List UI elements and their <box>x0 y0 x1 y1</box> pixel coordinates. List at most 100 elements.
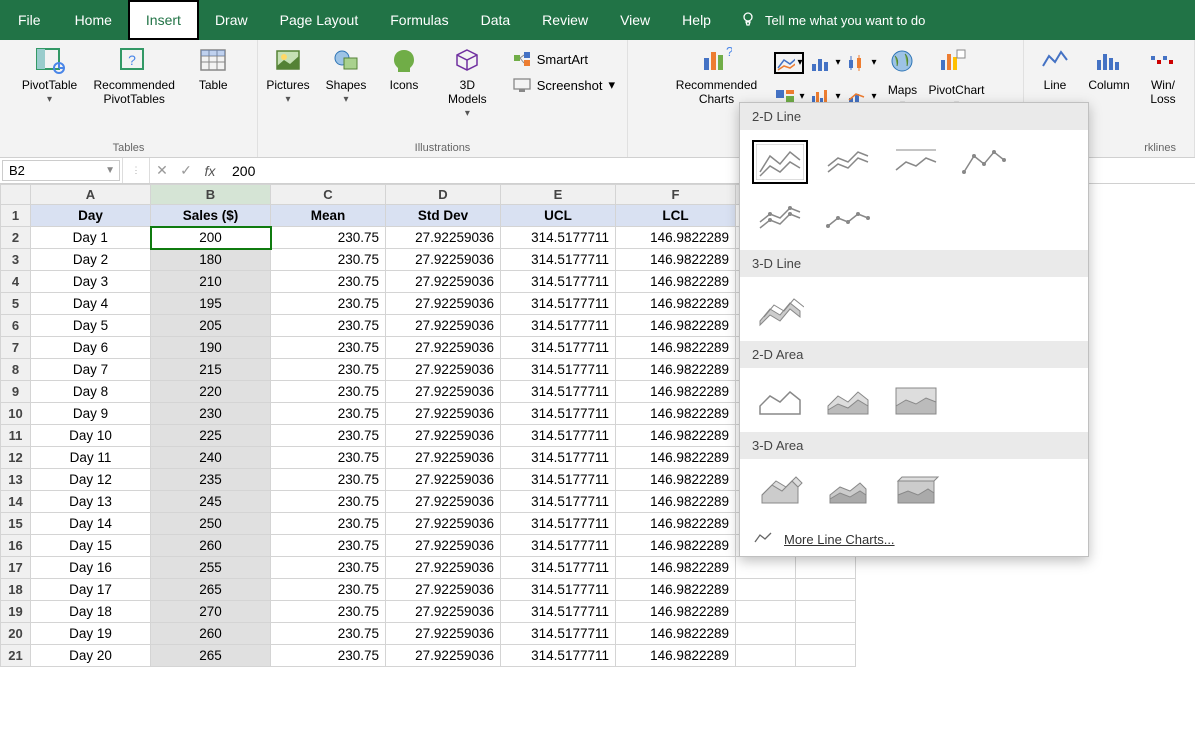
tab-page-layout[interactable]: Page Layout <box>264 0 375 40</box>
cell-K20[interactable] <box>736 623 796 645</box>
cell-E10[interactable]: 314.5177711 <box>501 403 616 425</box>
row-header-9[interactable]: 9 <box>1 381 31 403</box>
cell-D13[interactable]: 27.92259036 <box>386 469 501 491</box>
cell-E8[interactable]: 314.5177711 <box>501 359 616 381</box>
cell-C20[interactable]: 230.75 <box>271 623 386 645</box>
cell-C12[interactable]: 230.75 <box>271 447 386 469</box>
row-header-2[interactable]: 2 <box>1 227 31 249</box>
row-header-7[interactable]: 7 <box>1 337 31 359</box>
col-header-B[interactable]: B <box>151 185 271 205</box>
tab-file[interactable]: File <box>0 0 59 40</box>
cell-F17[interactable]: 146.9822289 <box>616 557 736 579</box>
cell-E3[interactable]: 314.5177711 <box>501 249 616 271</box>
cell-F2[interactable]: 146.9822289 <box>616 227 736 249</box>
cell-A4[interactable]: Day 3 <box>31 271 151 293</box>
col-header-F[interactable]: F <box>616 185 736 205</box>
chart-3d-line[interactable] <box>752 287 808 331</box>
cell-F4[interactable]: 146.9822289 <box>616 271 736 293</box>
row-header-3[interactable]: 3 <box>1 249 31 271</box>
col-header-C[interactable]: C <box>271 185 386 205</box>
btn-insert-line-chart[interactable]: ▾ <box>774 52 804 74</box>
cell-C3[interactable]: 230.75 <box>271 249 386 271</box>
cell-B21[interactable]: 265 <box>151 645 271 667</box>
row-header-21[interactable]: 21 <box>1 645 31 667</box>
cell-C18[interactable]: 230.75 <box>271 579 386 601</box>
cell-D11[interactable]: 27.92259036 <box>386 425 501 447</box>
chart-3d-area-100stacked[interactable] <box>888 469 944 513</box>
cell-E14[interactable]: 314.5177711 <box>501 491 616 513</box>
btn-spark-column[interactable]: Column <box>1087 44 1131 92</box>
btn-screenshot[interactable]: Screenshot▾ <box>509 74 619 96</box>
cell-F14[interactable]: 146.9822289 <box>616 491 736 513</box>
btn-smartart[interactable]: SmartArt <box>509 48 592 70</box>
btn-pictures[interactable]: Pictures▾ <box>266 44 310 105</box>
chart-line-stacked-markers[interactable] <box>752 196 808 240</box>
cell-D4[interactable]: 27.92259036 <box>386 271 501 293</box>
chart-area-100stacked[interactable] <box>888 378 944 422</box>
cell-B9[interactable]: 220 <box>151 381 271 403</box>
cell-C7[interactable]: 230.75 <box>271 337 386 359</box>
cell-E21[interactable]: 314.5177711 <box>501 645 616 667</box>
more-line-charts[interactable]: More Line Charts... <box>740 523 1088 556</box>
chart-3d-area[interactable] <box>752 469 808 513</box>
cell-D9[interactable]: 27.92259036 <box>386 381 501 403</box>
cell-E2[interactable]: 314.5177711 <box>501 227 616 249</box>
cell-L17[interactable] <box>796 557 856 579</box>
cell-C4[interactable]: 230.75 <box>271 271 386 293</box>
cell-A10[interactable]: Day 9 <box>31 403 151 425</box>
cell-F8[interactable]: 146.9822289 <box>616 359 736 381</box>
cell-B13[interactable]: 235 <box>151 469 271 491</box>
cell-E15[interactable]: 314.5177711 <box>501 513 616 535</box>
tab-home[interactable]: Home <box>59 0 128 40</box>
cell-E19[interactable]: 314.5177711 <box>501 601 616 623</box>
cell-D3[interactable]: 27.92259036 <box>386 249 501 271</box>
cell-D18[interactable]: 27.92259036 <box>386 579 501 601</box>
btn-insert-bar-chart[interactable]: ▾ <box>810 52 840 74</box>
row-header-4[interactable]: 4 <box>1 271 31 293</box>
row-header-13[interactable]: 13 <box>1 469 31 491</box>
cell-D12[interactable]: 27.92259036 <box>386 447 501 469</box>
cell-F18[interactable]: 146.9822289 <box>616 579 736 601</box>
cell-F21[interactable]: 146.9822289 <box>616 645 736 667</box>
enter-btn[interactable]: ✓ <box>174 158 198 183</box>
cell-C11[interactable]: 230.75 <box>271 425 386 447</box>
cell-D2[interactable]: 27.92259036 <box>386 227 501 249</box>
cell-E7[interactable]: 314.5177711 <box>501 337 616 359</box>
cell-C2[interactable]: 230.75 <box>271 227 386 249</box>
cell-B8[interactable]: 215 <box>151 359 271 381</box>
tab-help[interactable]: Help <box>666 0 727 40</box>
cell-D5[interactable]: 27.92259036 <box>386 293 501 315</box>
cell-E16[interactable]: 314.5177711 <box>501 535 616 557</box>
cell-E11[interactable]: 314.5177711 <box>501 425 616 447</box>
row-header-12[interactable]: 12 <box>1 447 31 469</box>
cell-B14[interactable]: 245 <box>151 491 271 513</box>
btn-insert-stat-chart[interactable]: ▾ <box>846 52 876 74</box>
cell-F7[interactable]: 146.9822289 <box>616 337 736 359</box>
cell-A20[interactable]: Day 19 <box>31 623 151 645</box>
cell-B5[interactable]: 195 <box>151 293 271 315</box>
row-header-18[interactable]: 18 <box>1 579 31 601</box>
chart-line-100stacked[interactable] <box>888 140 944 184</box>
row-header-8[interactable]: 8 <box>1 359 31 381</box>
row-header-5[interactable]: 5 <box>1 293 31 315</box>
cell-D1[interactable]: Std Dev <box>386 205 501 227</box>
row-header-20[interactable]: 20 <box>1 623 31 645</box>
cell-E17[interactable]: 314.5177711 <box>501 557 616 579</box>
cell-C10[interactable]: 230.75 <box>271 403 386 425</box>
btn-shapes[interactable]: Shapes▾ <box>324 44 368 105</box>
col-header-D[interactable]: D <box>386 185 501 205</box>
cell-L18[interactable] <box>796 579 856 601</box>
chart-line-markers[interactable] <box>956 140 1012 184</box>
cell-F10[interactable]: 146.9822289 <box>616 403 736 425</box>
cell-A8[interactable]: Day 7 <box>31 359 151 381</box>
cell-A6[interactable]: Day 5 <box>31 315 151 337</box>
expand-icon[interactable]: ⋮ <box>122 158 150 183</box>
cell-A2[interactable]: Day 1 <box>31 227 151 249</box>
cell-D14[interactable]: 27.92259036 <box>386 491 501 513</box>
chart-area-stacked[interactable] <box>820 378 876 422</box>
cancel-btn[interactable]: ✕ <box>150 158 174 183</box>
tab-view[interactable]: View <box>604 0 666 40</box>
btn-spark-line[interactable]: Line <box>1033 44 1077 92</box>
cell-F6[interactable]: 146.9822289 <box>616 315 736 337</box>
cell-A18[interactable]: Day 17 <box>31 579 151 601</box>
